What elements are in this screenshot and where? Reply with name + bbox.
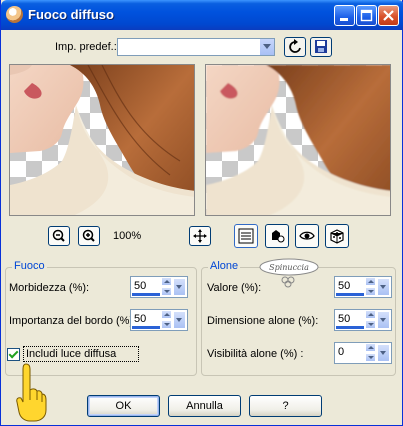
halo-size-label: Dimensione alone (%): xyxy=(207,315,319,327)
edge-importance-label: Importanza del bordo (%): xyxy=(9,315,137,327)
spin-up-icon[interactable] xyxy=(365,277,376,286)
halo-value-label: Valore (%): xyxy=(207,282,262,294)
preset-label: Imp. predef.: xyxy=(55,41,117,53)
edge-importance-value[interactable]: 50 xyxy=(134,313,146,325)
show-original-button[interactable] xyxy=(265,224,289,248)
eye-icon xyxy=(299,231,315,240)
reset-preset-button[interactable] xyxy=(284,37,306,57)
spin-up-icon[interactable] xyxy=(365,343,376,352)
zoom-in-button[interactable] xyxy=(78,226,100,246)
chevron-down-icon[interactable] xyxy=(377,344,390,362)
chevron-down-icon[interactable] xyxy=(377,278,390,296)
softness-label: Morbidezza (%): xyxy=(9,282,90,294)
edge-importance-slider-bar[interactable] xyxy=(132,326,160,329)
spin-down-icon[interactable] xyxy=(161,287,172,296)
pointing-hand-icon xyxy=(16,363,47,422)
halo-visibility-label: Visibilità alone (%) : xyxy=(207,348,304,360)
preview-after[interactable] xyxy=(205,64,391,216)
close-button[interactable] xyxy=(378,5,399,26)
minimize-button[interactable] xyxy=(334,5,355,26)
spin-down-icon[interactable] xyxy=(365,287,376,296)
include-glow-focus[interactable]: Includi luce diffusa xyxy=(23,346,139,362)
include-glow-label[interactable]: Includi luce diffusa xyxy=(26,348,116,360)
move-arrows-icon xyxy=(193,229,207,243)
spin-down-icon[interactable] xyxy=(365,353,376,362)
pan-button[interactable] xyxy=(189,226,211,246)
halo-size-slider-bar[interactable] xyxy=(336,326,364,329)
dice-icon xyxy=(330,229,344,244)
watermark-logo: Spinuccia xyxy=(259,258,319,276)
randomize-button[interactable] xyxy=(325,224,349,248)
title-bar[interactable]: Fuoco diffuso xyxy=(1,0,403,30)
softness-slider-bar[interactable] xyxy=(132,293,160,296)
preview-before[interactable] xyxy=(9,64,195,216)
watermark-text: Spinuccia xyxy=(269,263,309,272)
maximize-icon xyxy=(360,9,373,22)
ok-button[interactable]: OK xyxy=(87,395,160,417)
window-title: Fuoco diffuso xyxy=(28,7,114,22)
help-button[interactable]: ? xyxy=(249,395,322,417)
halo-group-title: Alone xyxy=(208,260,241,272)
edge-importance-spinner[interactable]: 50 xyxy=(130,309,188,331)
softness-spinner[interactable]: 50 xyxy=(130,276,188,298)
spin-up-icon[interactable] xyxy=(365,310,376,319)
halo-value-spinner[interactable]: 50 xyxy=(334,276,392,298)
preset-combo[interactable] xyxy=(117,38,275,56)
zoom-out-icon xyxy=(52,229,65,242)
edge-importance-updown[interactable] xyxy=(161,310,173,330)
proof-button[interactable] xyxy=(295,224,319,248)
halo-value-updown[interactable] xyxy=(365,277,377,297)
spin-down-icon[interactable] xyxy=(365,320,376,329)
zoom-level: 100% xyxy=(113,230,142,242)
spin-down-icon[interactable] xyxy=(161,320,172,329)
include-glow-checkbox[interactable] xyxy=(7,348,20,361)
save-preset-button[interactable] xyxy=(310,37,332,57)
portrait-image-blurred xyxy=(206,65,390,215)
cancel-button[interactable]: Annulla xyxy=(168,395,241,417)
zoom-in-icon xyxy=(82,229,95,242)
chevron-down-icon[interactable] xyxy=(173,278,186,296)
stamp-hand-icon xyxy=(272,230,285,243)
minimize-icon xyxy=(340,18,348,21)
halo-value-value[interactable]: 50 xyxy=(338,280,350,292)
toggle-preview-button[interactable] xyxy=(234,224,258,248)
halo-visibility-spinner[interactable]: 0 xyxy=(334,342,392,364)
halo-size-value[interactable]: 50 xyxy=(338,313,350,325)
portrait-image xyxy=(10,65,194,215)
spin-up-icon[interactable] xyxy=(161,310,172,319)
zoom-out-button[interactable] xyxy=(48,226,70,246)
maximize-button[interactable] xyxy=(356,5,377,26)
close-icon xyxy=(383,10,394,21)
dialog-window: Fuoco diffuso Imp. predef.: 100% Fuoco M… xyxy=(0,0,403,426)
preview-panel-icon xyxy=(238,228,254,244)
spin-up-icon[interactable] xyxy=(161,277,172,286)
focus-group-title: Fuoco xyxy=(12,260,47,272)
floppy-disk-icon xyxy=(315,40,327,53)
chevron-down-icon[interactable] xyxy=(173,311,186,329)
watermark-ornament xyxy=(281,276,295,288)
chevron-down-icon[interactable] xyxy=(377,311,390,329)
halo-size-updown[interactable] xyxy=(365,310,377,330)
chevron-down-icon[interactable] xyxy=(259,39,274,55)
halo-visibility-updown[interactable] xyxy=(365,343,377,363)
halo-visibility-value[interactable]: 0 xyxy=(338,346,344,358)
app-icon xyxy=(6,6,23,23)
halo-value-slider-bar[interactable] xyxy=(336,293,364,296)
softness-updown[interactable] xyxy=(161,277,173,297)
halo-size-spinner[interactable]: 50 xyxy=(334,309,392,331)
softness-value[interactable]: 50 xyxy=(134,280,146,292)
reset-arrow-icon xyxy=(289,39,301,53)
